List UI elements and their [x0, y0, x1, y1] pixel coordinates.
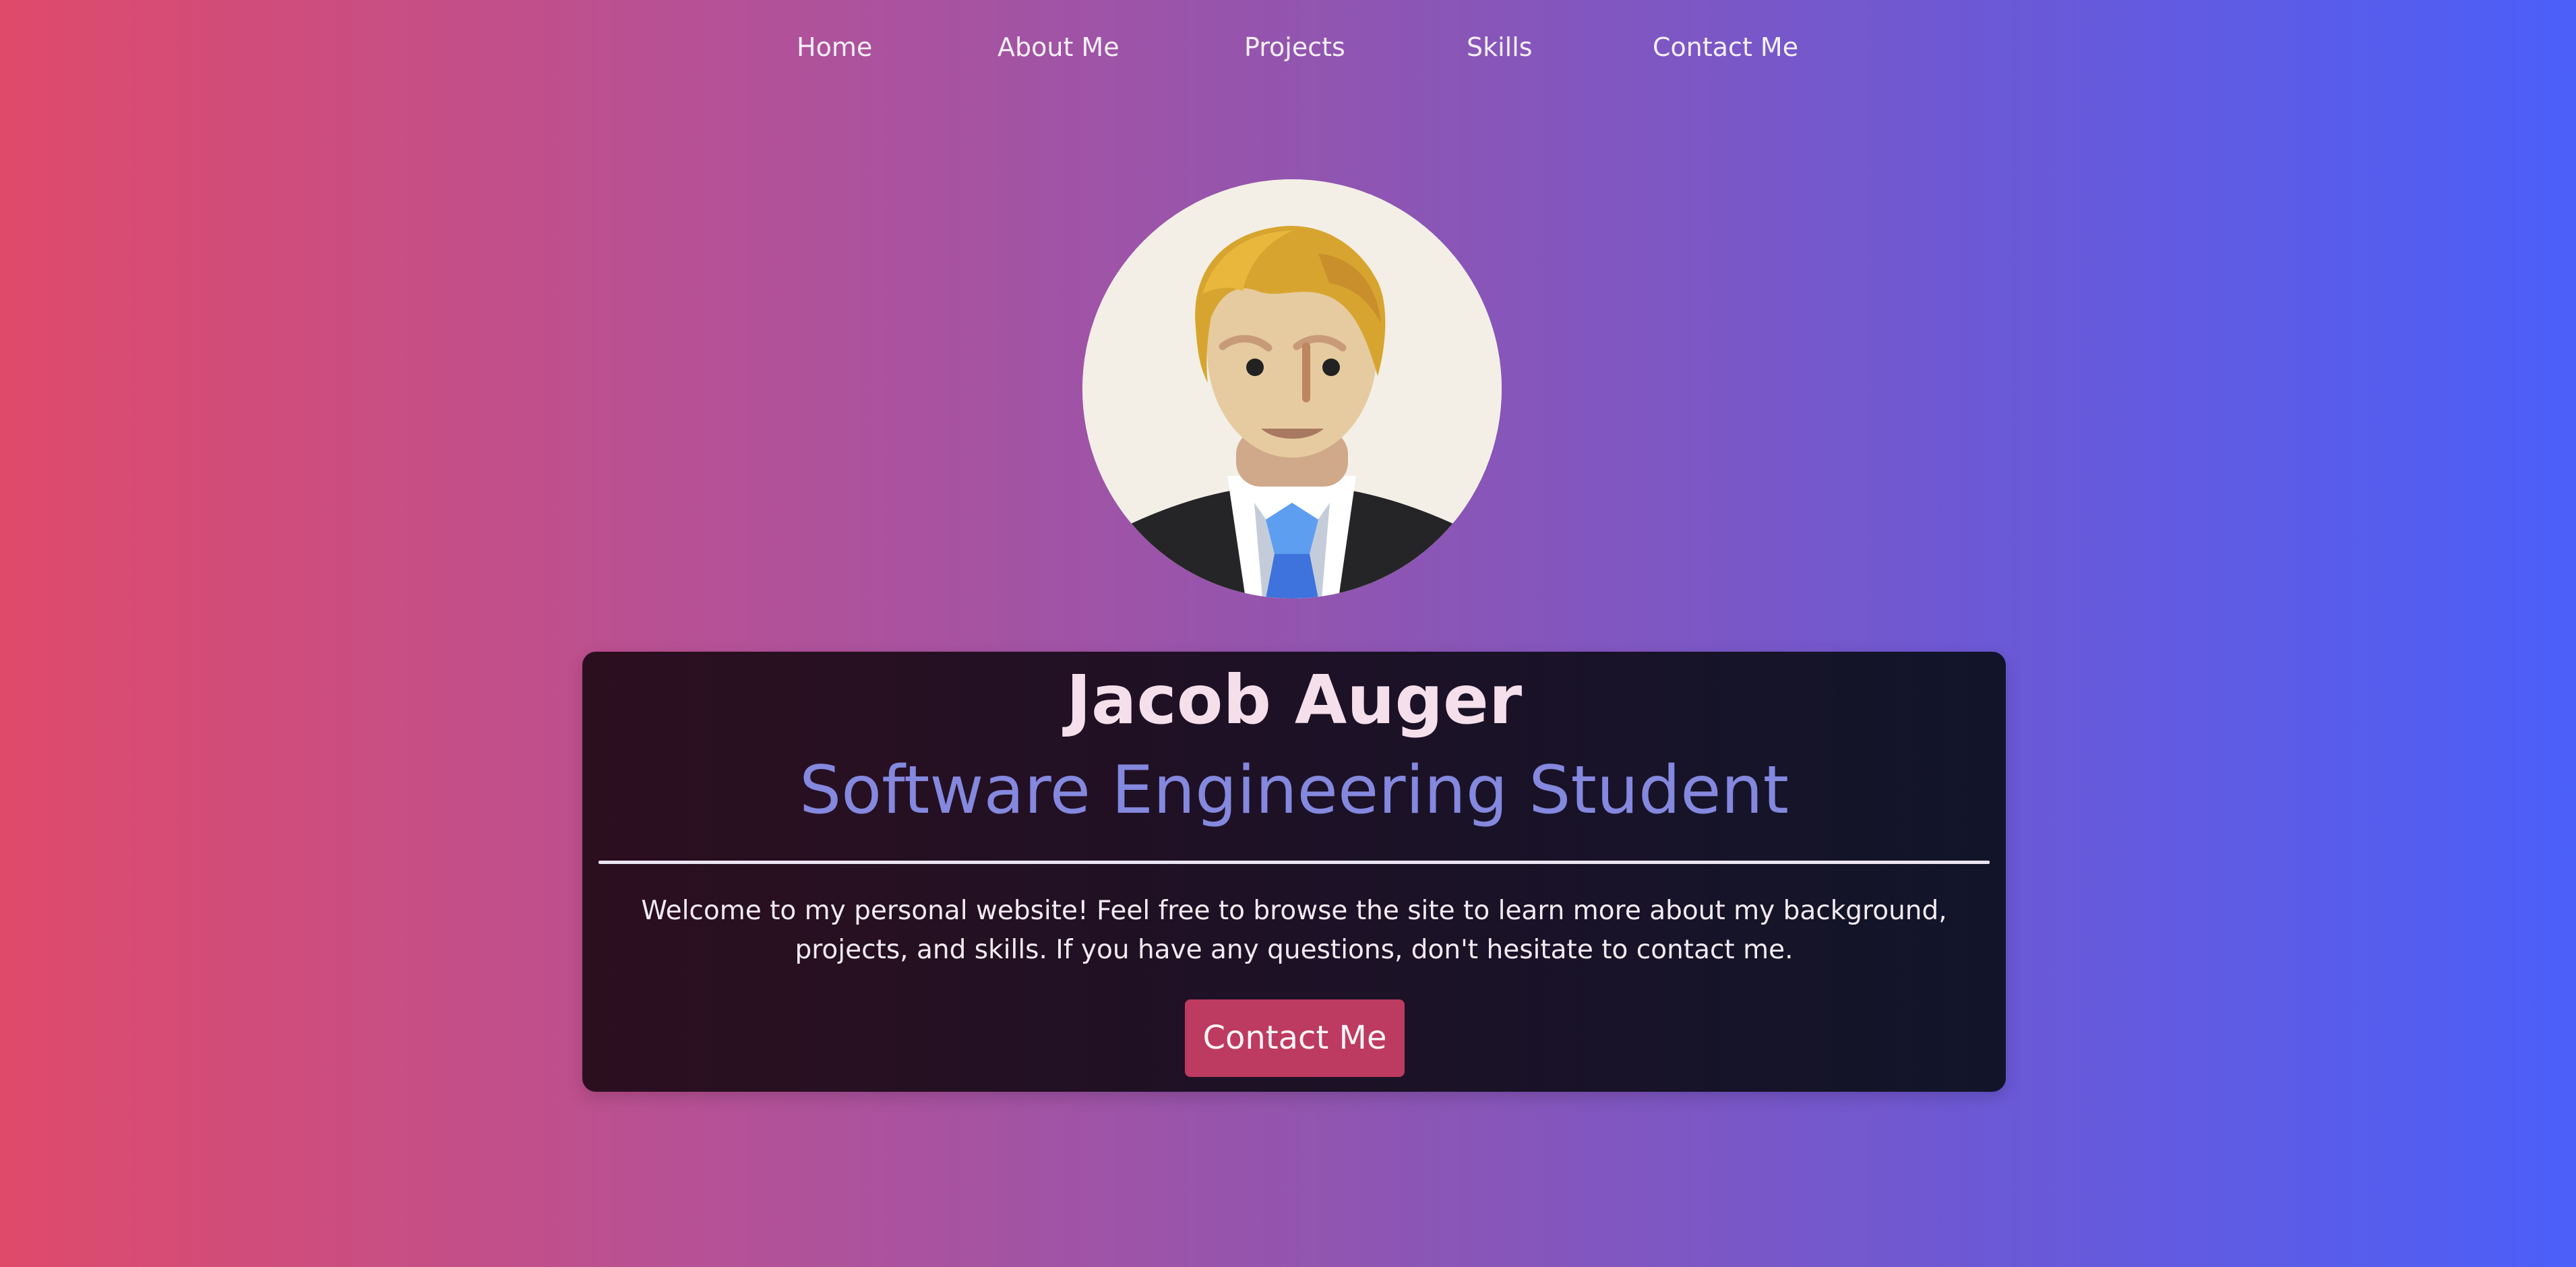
nav-home-link[interactable]: Home [797, 30, 872, 65]
section-divider [599, 861, 1990, 864]
page-title: Jacob Auger [1066, 660, 1523, 739]
person-avatar-icon [1082, 179, 1502, 598]
profile-avatar [1082, 179, 1502, 598]
nav-skills-link[interactable]: Skills [1467, 30, 1533, 65]
welcome-message: Welcome to my personal website! Feel fre… [641, 896, 1947, 965]
contact-me-button[interactable]: Contact Me [1185, 999, 1405, 1077]
hero-card: Jacob Auger Software Engineering Student… [582, 652, 2006, 1092]
profile-subtitle: Software Engineering Student [799, 752, 1789, 829]
nav-about-me-link[interactable]: About Me [998, 30, 1120, 65]
nav-projects-link[interactable]: Projects [1244, 30, 1345, 65]
top-navigation: Home About Me Projects Skills Contact Me [0, 30, 2576, 65]
nav-contact-me-link[interactable]: Contact Me [1653, 30, 1798, 65]
